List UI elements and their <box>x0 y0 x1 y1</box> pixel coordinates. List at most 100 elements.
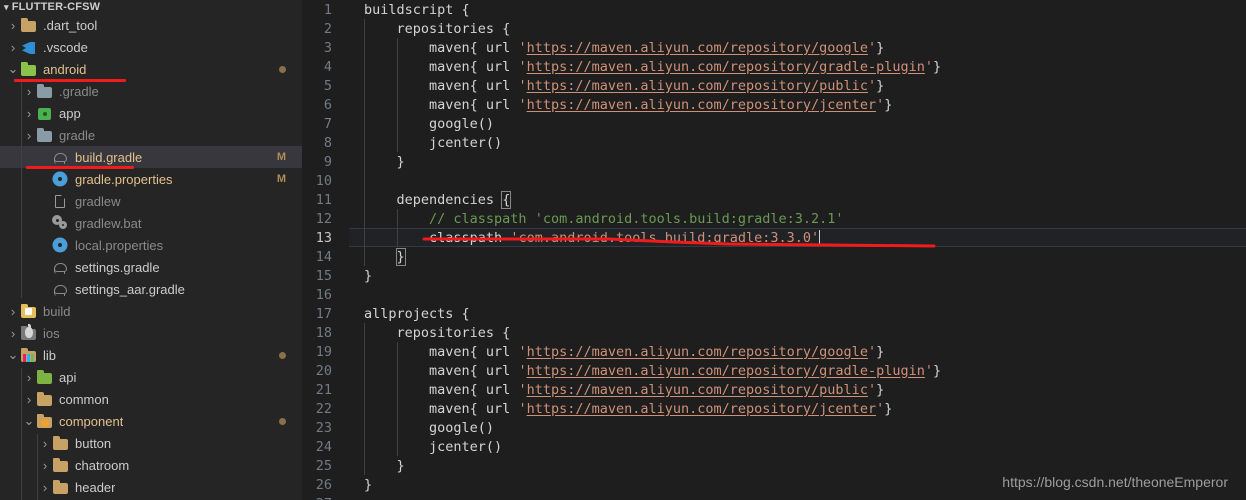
code-line[interactable]: 19 maven{ url 'https://maven.aliyun.com/… <box>302 342 1246 361</box>
chevron-right-icon[interactable]: › <box>22 107 36 120</box>
code-line[interactable]: 17 allprojects { <box>302 304 1246 323</box>
code-line[interactable]: 4 maven{ url 'https://maven.aliyun.com/r… <box>302 57 1246 76</box>
code-line[interactable]: 16 <box>302 285 1246 304</box>
line-number: 20 <box>315 362 332 379</box>
tree-item-label: gradlew <box>75 193 121 209</box>
tree-item-settings-aar-gradle[interactable]: settings_aar.gradle <box>0 278 302 300</box>
code-line[interactable]: 22 maven{ url 'https://maven.aliyun.com/… <box>302 399 1246 418</box>
text-cursor <box>819 229 821 245</box>
code-line[interactable]: 18 repositories { <box>302 323 1246 342</box>
tree-item-label: app <box>59 105 81 121</box>
folder-lib-icon <box>20 347 38 363</box>
line-number: 2 <box>323 20 332 37</box>
code-text: jcenter() <box>429 438 503 455</box>
chevron-right-icon[interactable]: › <box>38 437 52 450</box>
code-line[interactable]: 21 maven{ url 'https://maven.aliyun.com/… <box>302 380 1246 399</box>
chevron-right-icon[interactable]: › <box>22 85 36 98</box>
tree-item--dart-tool[interactable]: › .dart_tool <box>0 14 302 36</box>
android-underline <box>14 79 126 82</box>
tree-item-label: api <box>59 369 77 385</box>
code-editor[interactable]: 1 buildscript {2 repositories {3 maven{ u… <box>302 0 1246 500</box>
buildgradle-underline <box>26 166 134 169</box>
code-line[interactable]: 6 maven{ url 'https://maven.aliyun.com/r… <box>302 95 1246 114</box>
code-line[interactable]: 7 google() <box>302 114 1246 133</box>
code-line[interactable]: 14 } <box>302 247 1246 266</box>
chevron-right-icon[interactable]: › <box>22 129 36 142</box>
code-lines[interactable]: 1 buildscript {2 repositories {3 maven{ u… <box>302 0 1246 500</box>
code-line[interactable]: 10 <box>302 171 1246 190</box>
tree-item-gradle-properties[interactable]: gradle.properties M <box>0 168 302 190</box>
tree-item-label: settings_aar.gradle <box>75 281 185 297</box>
tree-item-button[interactable]: › button <box>0 432 302 454</box>
tree-item-label: build <box>43 303 71 319</box>
line-number: 9 <box>323 153 332 170</box>
line-number: 7 <box>323 115 332 132</box>
tree-item-label: component <box>59 413 124 429</box>
tree-item-header[interactable]: › header <box>0 476 302 498</box>
tree-item-gradle[interactable]: › gradle <box>0 124 302 146</box>
folder-component-icon <box>36 413 54 429</box>
folder-api-icon <box>36 369 54 385</box>
tree-item-local-properties[interactable]: local.properties <box>0 234 302 256</box>
watermark-text: https://blog.csdn.net/theoneEmperor <box>1002 474 1228 490</box>
line-number: 15 <box>315 267 332 284</box>
chevron-down-icon[interactable]: ⌄ <box>6 348 20 361</box>
tree-item-api[interactable]: › api <box>0 366 302 388</box>
line-number: 23 <box>315 419 332 436</box>
code-text: } <box>396 153 405 170</box>
code-line[interactable]: 12 // classpath 'com.android.tools.build… <box>302 209 1246 228</box>
chevron-down-icon[interactable]: ⌄ <box>22 414 36 427</box>
tree-item-label: chatroom <box>75 457 130 473</box>
tree-item--vscode[interactable]: › .vscode <box>0 36 302 58</box>
code-line[interactable]: 5 maven{ url 'https://maven.aliyun.com/r… <box>302 76 1246 95</box>
explorer-root-header[interactable]: ▾ FLUTTER-CFSW <box>0 0 302 14</box>
code-line[interactable]: 8 jcenter() <box>302 133 1246 152</box>
tree-item-app[interactable]: › app <box>0 102 302 124</box>
chevron-right-icon[interactable]: › <box>6 19 20 32</box>
tree-item-gradlew-bat[interactable]: gradlew.bat <box>0 212 302 234</box>
code-line[interactable]: 1 buildscript { <box>302 0 1246 19</box>
folder-tan-icon <box>36 391 54 407</box>
code-line[interactable]: 2 repositories { <box>302 19 1246 38</box>
tree-item-gradlew[interactable]: gradlew <box>0 190 302 212</box>
code-line[interactable]: 15} <box>302 266 1246 285</box>
code-line[interactable]: 20 maven{ url 'https://maven.aliyun.com/… <box>302 361 1246 380</box>
chevron-right-icon[interactable]: › <box>38 481 52 494</box>
chevron-right-icon[interactable]: › <box>6 41 20 54</box>
tree-item-chatroom[interactable]: › chatroom <box>0 454 302 476</box>
tree-item-build-gradle[interactable]: build.gradle M <box>0 146 302 168</box>
code-text: maven{ url 'https://maven.aliyun.com/rep… <box>429 58 942 75</box>
line-number: 6 <box>323 96 332 113</box>
chevron-down-icon[interactable]: ⌄ <box>6 62 20 75</box>
tree-item-label: settings.gradle <box>75 259 160 275</box>
code-text: // classpath 'com.android.tools.build:gr… <box>429 210 844 227</box>
tree-item-settings-gradle[interactable]: settings.gradle <box>0 256 302 278</box>
code-line[interactable]: 25 } <box>302 456 1246 475</box>
folder-app-icon <box>36 105 54 121</box>
tree-item-lib[interactable]: ⌄ lib <box>0 344 302 366</box>
code-line[interactable]: 3 maven{ url 'https://maven.aliyun.com/r… <box>302 38 1246 57</box>
code-line[interactable]: 24 jcenter() <box>302 437 1246 456</box>
tree-item-label: local.properties <box>75 237 164 253</box>
tree-item-build[interactable]: › build <box>0 300 302 322</box>
tree-item-component[interactable]: ⌄ component <box>0 410 302 432</box>
code-line[interactable]: 11 dependencies { <box>302 190 1246 209</box>
tree-item-common[interactable]: › common <box>0 388 302 410</box>
chevron-right-icon[interactable]: › <box>22 371 36 384</box>
chevron-right-icon[interactable]: › <box>6 327 20 340</box>
code-line[interactable]: 27 <box>302 494 1246 500</box>
chevron-right-icon[interactable]: › <box>38 459 52 472</box>
tree-item-label: android <box>43 61 87 77</box>
tree-item--gradle[interactable]: › .gradle <box>0 80 302 102</box>
tree-item-label: .dart_tool <box>43 17 98 33</box>
code-text: maven{ url 'https://maven.aliyun.com/rep… <box>429 400 893 417</box>
chevron-right-icon[interactable]: › <box>22 393 36 406</box>
tree-item-ios[interactable]: › ios <box>0 322 302 344</box>
code-line[interactable]: 13 classpath 'com.android.tools.build:gr… <box>302 228 1246 247</box>
line-number: 1 <box>323 1 332 18</box>
tree-item-android[interactable]: ⌄ android <box>0 58 302 80</box>
chevron-right-icon[interactable]: › <box>6 305 20 318</box>
code-line[interactable]: 9 } <box>302 152 1246 171</box>
code-line[interactable]: 23 google() <box>302 418 1246 437</box>
